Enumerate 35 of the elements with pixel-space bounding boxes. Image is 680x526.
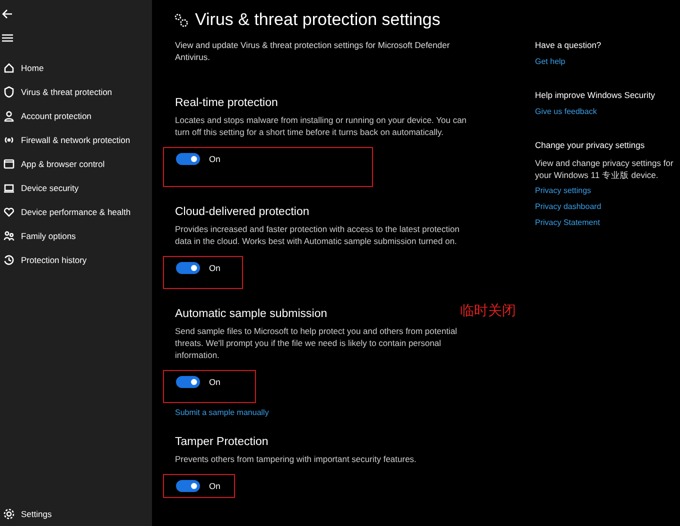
toggle-label: On [209,377,220,387]
page-title: Virus & threat protection settings [195,10,440,30]
section-title: Automatic sample submission [175,308,328,320]
nav-item[interactable]: Device security [0,176,152,200]
nav-item[interactable]: Home [0,56,152,80]
help-link[interactable]: Privacy dashboard [535,202,680,211]
nav-item[interactable]: Firewall & network protection [0,128,152,152]
aside-heading: Have a question? [535,40,602,50]
section-description: Locates and stops malware from installing or running on your device. You can turn off this setting for a short time before it turns back on automatically. [175,114,467,138]
annotation-note: 临时关闭 [460,302,516,320]
section-title: Real-time protection [175,97,278,109]
help-link[interactable]: Privacy settings [535,186,680,195]
toggle-label: On [209,263,220,273]
section-title: Cloud-delivered protection [175,206,310,218]
settings-nav-item[interactable]: Settings [0,502,152,526]
section-description: Prevents others from tampering with important security features. [175,453,418,465]
section-title: Tamper Protection [175,436,268,448]
toggle-label: On [209,154,220,164]
nav-item[interactable]: Device performance & health [0,200,152,224]
aside-heading: Help improve Windows Security [535,90,656,100]
nav-item[interactable]: Family options [0,224,152,248]
submit-sample-link[interactable]: Submit a sample manually [175,408,505,417]
nav-item[interactable]: App & browser control [0,152,152,176]
toggle-label: On [209,481,220,491]
section-description: Provides increased and faster protection with access to the latest protection data in the cloud. Works best with Automatic sample submission turned on. [175,223,460,247]
page-description: View and update Virus & threat protection settings for Microsoft Defender Antivirus. [175,39,451,63]
aside-text: View and change privacy settings for your Windows 11 专业版 device. [535,157,674,181]
help-link[interactable]: Give us feedback [535,107,680,116]
nav-item[interactable]: Account protection [0,104,152,128]
aside-heading: Change your privacy settings [535,140,646,150]
section-description: Send sample files to Microsoft to help protect you and others from potential threats. We'll prompt you if the file we need is likely to contain personal information. [175,325,458,361]
nav-item[interactable]: Protection history [0,248,152,272]
nav-item[interactable]: Virus & threat protection [0,80,152,104]
help-link[interactable]: Privacy Statement [535,218,680,227]
help-link[interactable]: Get help [535,57,680,66]
